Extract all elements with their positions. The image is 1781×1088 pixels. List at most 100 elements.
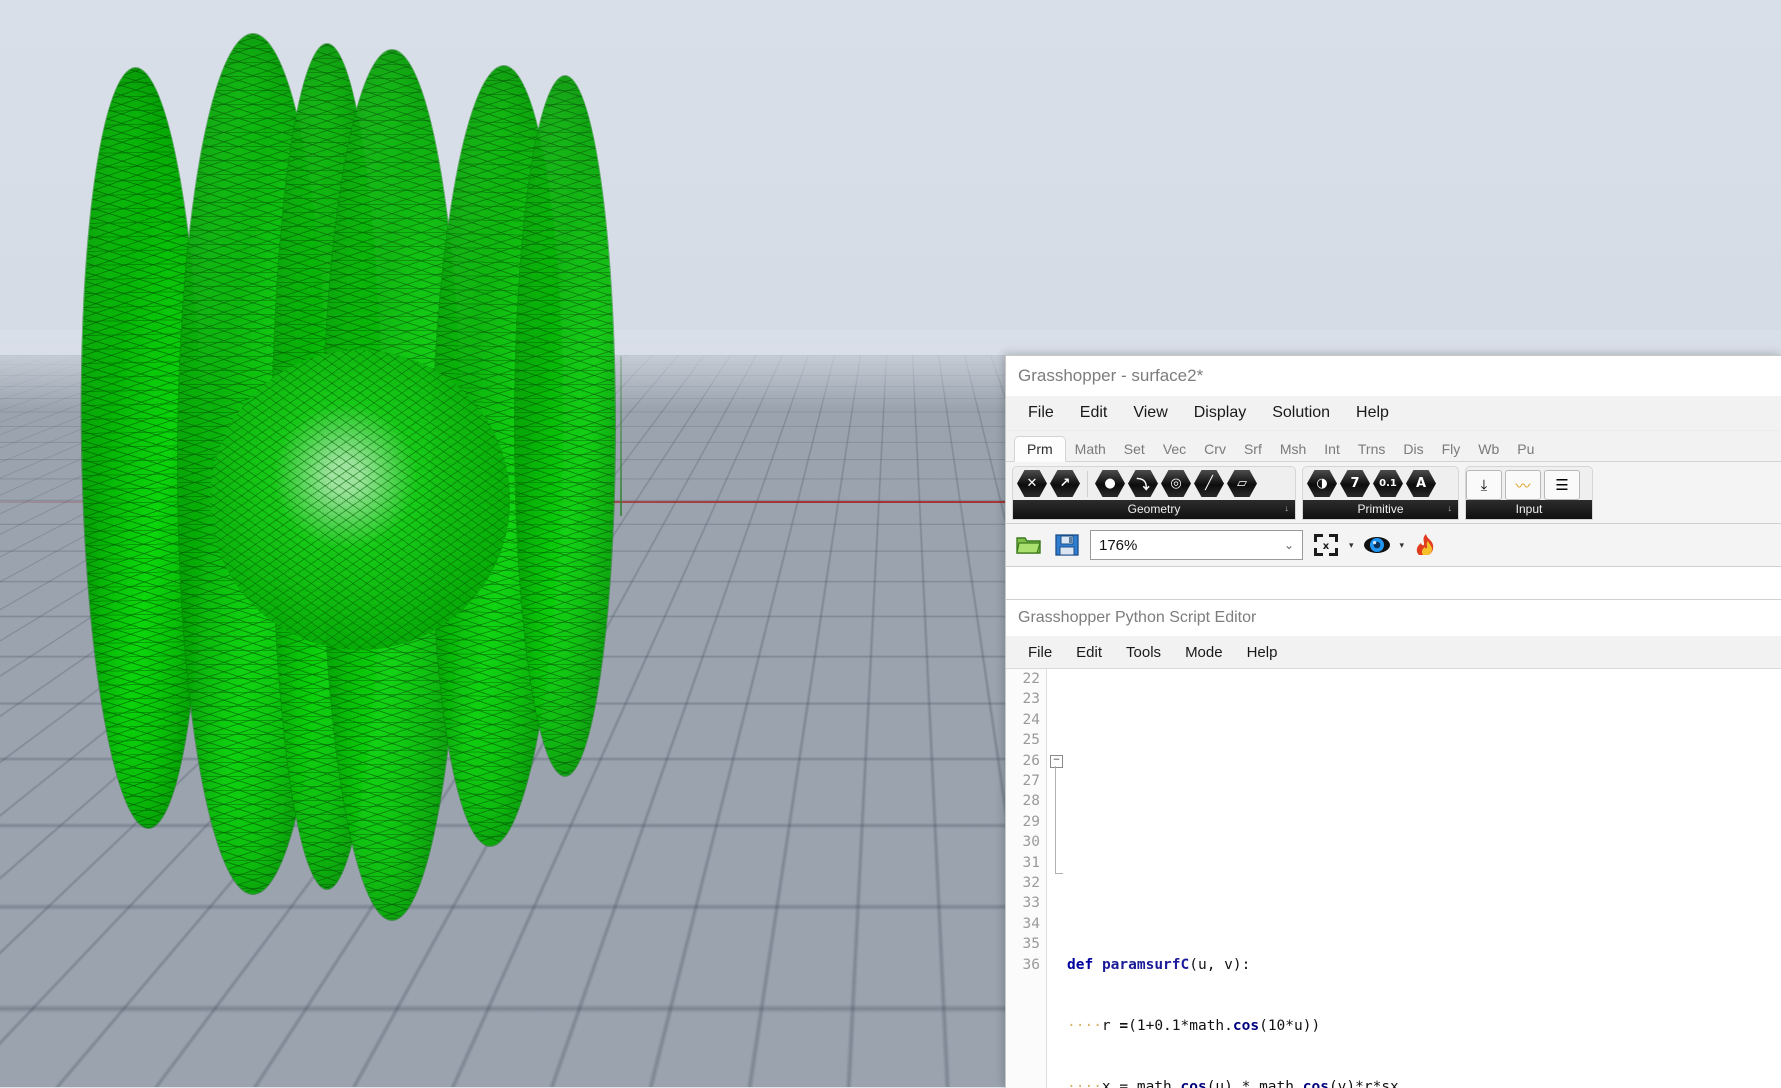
tab-srf[interactable]: Srf [1235, 436, 1271, 461]
ribbon-group-title: Primitive [1357, 502, 1404, 516]
panel-import-icon[interactable]: ⤓ [1466, 470, 1502, 500]
tab-crv[interactable]: Crv [1195, 436, 1235, 461]
tab-set[interactable]: Set [1115, 436, 1154, 461]
menu-view[interactable]: View [1123, 401, 1177, 425]
ribbon-group-geometry: ✕ ↗ ● ⤵ ◎ ╱ ▱ Geometry ↓ [1012, 466, 1296, 520]
ribbon-group-title: Geometry [1127, 502, 1181, 516]
tab-prm[interactable]: Prm [1014, 436, 1066, 462]
chevron-down-icon[interactable]: ⌄ [1284, 538, 1294, 552]
parametric-surface-mesh[interactable] [60, 20, 640, 950]
graph-mapper-icon[interactable]: 〰 [1505, 470, 1541, 500]
tab-pu[interactable]: Pu [1508, 436, 1543, 461]
zoom-level-value: 176% [1099, 536, 1138, 554]
tab-int[interactable]: Int [1315, 436, 1349, 461]
fold-guide-elbow [1055, 873, 1063, 874]
tab-wb[interactable]: Wb [1469, 436, 1508, 461]
ribbon-group-title: Input [1515, 502, 1543, 516]
fold-guide-line [1055, 766, 1056, 873]
line-number: 23 [1022, 691, 1040, 708]
param-boolean-icon[interactable]: ◑ [1307, 470, 1337, 497]
canvas-toolbar: 176% ⌄ x ▾ ▾ [1006, 524, 1781, 567]
component-ribbon: ✕ ↗ ● ⤵ ◎ ╱ ▱ Geometry ↓ ◑ 7 0.1 A Primi… [1006, 462, 1781, 524]
tab-trns[interactable]: Trns [1349, 436, 1394, 461]
svg-text:x: x [1323, 541, 1330, 552]
grasshopper-menu-bar: File Edit View Display Solution Help [1006, 396, 1781, 431]
tab-msh[interactable]: Msh [1271, 436, 1315, 461]
open-folder-icon[interactable] [1014, 531, 1044, 559]
fold-toggle-icon[interactable]: − [1050, 755, 1063, 768]
menu-solution[interactable]: Solution [1262, 401, 1340, 425]
code-line: ····r =(1+0.1*math.cos(10*u)) [1067, 1017, 1321, 1034]
menu-edit[interactable]: Edit [1070, 401, 1118, 425]
zoom-extents-icon[interactable]: x [1311, 531, 1341, 559]
tab-vec[interactable]: Vec [1154, 436, 1195, 461]
menu-help[interactable]: Help [1346, 401, 1399, 425]
line-number: 31 [1022, 854, 1040, 871]
line-number: 24 [1022, 711, 1040, 728]
chevron-down-icon[interactable]: ▾ [1349, 540, 1354, 551]
component-tab-strip: Prm Math Set Vec Crv Srf Msh Int Trns Di… [1006, 431, 1781, 462]
code-line: def paramsurfC(u, v): [1067, 956, 1251, 973]
bake-icon[interactable] [1412, 531, 1442, 559]
grasshopper-title-bar: Grasshopper - surface2* [1006, 356, 1781, 396]
py-menu-mode[interactable]: Mode [1175, 641, 1233, 664]
code-text[interactable]: def paramsurfC(u, v): ····r =(1+0.1*math… [1067, 669, 1781, 1088]
param-surface-icon[interactable]: ◎ [1161, 470, 1191, 497]
chevron-down-icon[interactable]: ▾ [1400, 540, 1405, 551]
python-script-editor-window[interactable]: Grasshopper Python Script Editor File Ed… [1006, 599, 1781, 1088]
tab-dis[interactable]: Dis [1394, 436, 1432, 461]
line-number-gutter: 22 23 24 25 26 27 28 29 30 31 32 33 34 3… [1006, 669, 1047, 1088]
zoom-level-combobox[interactable]: 176% ⌄ [1090, 530, 1303, 560]
param-text-icon[interactable]: A [1406, 470, 1436, 497]
python-editor-menu-bar: File Edit Tools Mode Help [1006, 636, 1781, 669]
line-number: 32 [1022, 875, 1040, 892]
ribbon-label-input: Input [1466, 500, 1592, 519]
py-menu-help[interactable]: Help [1237, 641, 1288, 664]
py-menu-file[interactable]: File [1018, 641, 1062, 664]
param-brep-icon[interactable]: ▱ [1227, 470, 1257, 497]
line-number: 29 [1022, 813, 1040, 830]
python-editor-title: Grasshopper Python Script Editor [1018, 609, 1257, 626]
ribbon-separator [1087, 470, 1088, 497]
menu-file[interactable]: File [1018, 401, 1064, 425]
ribbon-label-primitive: Primitive ↓ [1303, 500, 1458, 519]
param-integer-icon[interactable]: 7 [1340, 470, 1370, 497]
value-list-icon[interactable]: ☰ [1544, 470, 1580, 500]
preview-eye-icon[interactable] [1362, 531, 1392, 559]
line-number: 26 [1022, 752, 1040, 769]
grasshopper-window[interactable]: Grasshopper - surface2* File Edit View D… [1005, 355, 1781, 1088]
line-number: 28 [1022, 793, 1040, 810]
line-number: 36 [1022, 956, 1040, 973]
line-number: 22 [1022, 671, 1040, 687]
param-curve-icon[interactable]: ⤵ [1128, 470, 1158, 497]
chevron-down-icon[interactable]: ↓ [1285, 503, 1290, 513]
menu-display[interactable]: Display [1184, 401, 1256, 425]
param-x-icon[interactable]: ✕ [1017, 470, 1047, 497]
window-title: Grasshopper - surface2* [1018, 366, 1204, 385]
code-line: ····x = math.cos(u) * math.cos(v)*r*sx [1067, 1079, 1399, 1088]
param-vector-icon[interactable]: ↗ [1050, 470, 1080, 497]
param-point-icon[interactable]: ● [1095, 470, 1125, 497]
tab-fly[interactable]: Fly [1433, 436, 1470, 461]
param-line-icon[interactable]: ╱ [1194, 470, 1224, 497]
ribbon-label-geometry: Geometry ↓ [1013, 500, 1295, 519]
line-number: 27 [1022, 773, 1040, 790]
py-menu-tools[interactable]: Tools [1116, 641, 1171, 664]
line-number: 30 [1022, 834, 1040, 851]
param-number-icon[interactable]: 0.1 [1373, 470, 1403, 497]
chevron-down-icon[interactable]: ↓ [1448, 503, 1453, 513]
line-number: 34 [1022, 915, 1040, 932]
mesh-lobe [514, 75, 616, 777]
save-disk-icon[interactable] [1052, 531, 1082, 559]
py-menu-edit[interactable]: Edit [1066, 641, 1112, 664]
tab-math[interactable]: Math [1066, 436, 1115, 461]
ribbon-group-input: ⤓ 〰 ☰ Input [1465, 466, 1593, 520]
line-number: 35 [1022, 936, 1040, 953]
code-fold-column[interactable]: − [1047, 669, 1067, 1088]
code-editor[interactable]: 22 23 24 25 26 27 28 29 30 31 32 33 34 3… [1006, 669, 1781, 1088]
ribbon-group-primitive: ◑ 7 0.1 A Primitive ↓ [1302, 466, 1459, 520]
